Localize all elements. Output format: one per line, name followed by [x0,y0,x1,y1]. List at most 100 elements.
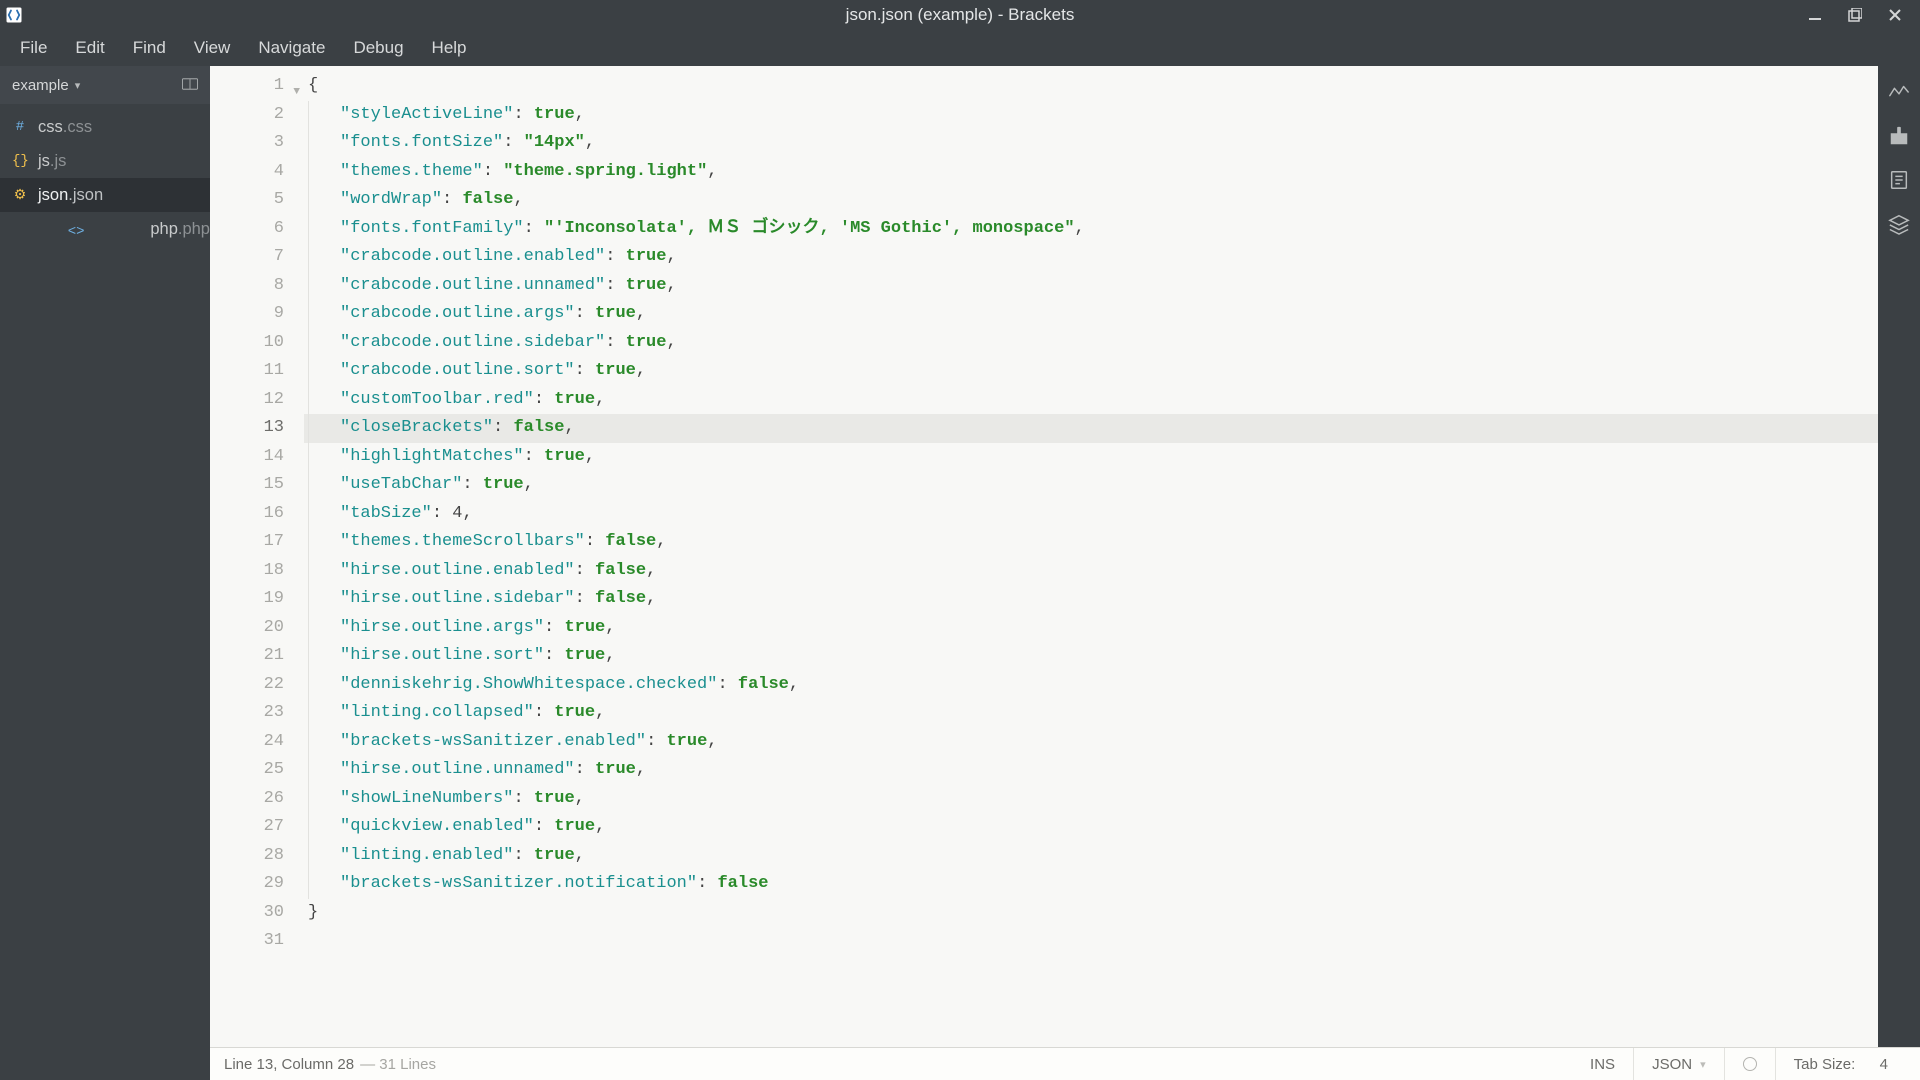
gear-icon: ⚙ [12,187,28,204]
menu-edit[interactable]: Edit [61,32,118,64]
code-line[interactable]: "denniskehrig.ShowWhitespace.checked": f… [304,671,1878,700]
gutter-line[interactable]: 29 [210,870,298,899]
gutter-line[interactable]: 27 [210,813,298,842]
gutter-line[interactable]: 1▼ [210,72,298,101]
file-item-json-json[interactable]: ⚙json.json [0,178,210,212]
app-logo-icon [3,4,25,26]
code-line[interactable]: "closeBrackets": false, [304,414,1878,443]
code-line[interactable]: "brackets-wsSanitizer.notification": fal… [304,870,1878,899]
code-line[interactable]: } [304,899,1878,928]
gutter-line[interactable]: 7 [210,243,298,272]
code-line[interactable]: "crabcode.outline.unnamed": true, [304,272,1878,301]
gutter-line[interactable]: 31 [210,927,298,956]
gutter-line[interactable]: 2 [210,101,298,130]
code-line[interactable]: "hirse.outline.enabled": false, [304,557,1878,586]
code-line[interactable]: "wordWrap": false, [304,186,1878,215]
statusbar: Line 13, Column 28 — 31 Lines INS JSON▾ … [210,1047,1920,1080]
code-line[interactable]: "hirse.outline.sidebar": false, [304,585,1878,614]
gutter-line[interactable]: 28 [210,842,298,871]
project-dropdown[interactable]: example ▾ [0,66,210,104]
code-line[interactable]: "fonts.fontFamily": "'Inconsolata', ＭＳ ゴ… [304,215,1878,244]
gutter-line[interactable]: 26 [210,785,298,814]
gutter-line[interactable]: 23 [210,699,298,728]
code-line[interactable]: "showLineNumbers": true, [304,785,1878,814]
code-line[interactable]: "hirse.outline.unnamed": true, [304,756,1878,785]
menu-find[interactable]: Find [119,32,180,64]
code-line[interactable]: "crabcode.outline.enabled": true, [304,243,1878,272]
gutter-line[interactable]: 17 [210,528,298,557]
code-line[interactable]: "hirse.outline.args": true, [304,614,1878,643]
gutter-line[interactable]: 10 [210,329,298,358]
gutter-line[interactable]: 19 [210,585,298,614]
menu-debug[interactable]: Debug [339,32,417,64]
gutter-line[interactable]: 11 [210,357,298,386]
code-line[interactable]: "tabSize": 4, [304,500,1878,529]
gutter-line[interactable]: 6 [210,215,298,244]
code-line[interactable]: "crabcode.outline.sidebar": true, [304,329,1878,358]
split-view-icon[interactable] [182,77,198,94]
menu-file[interactable]: File [6,32,61,64]
code-line[interactable]: "brackets-wsSanitizer.enabled": true, [304,728,1878,757]
gutter-line[interactable]: 21 [210,642,298,671]
code-line[interactable] [304,927,1878,956]
project-name: example [12,77,69,94]
gutter-line[interactable]: 18 [210,557,298,586]
code-line[interactable]: "themes.themeScrollbars": false, [304,528,1878,557]
code-line[interactable]: "hirse.outline.sort": true, [304,642,1878,671]
gutter-line[interactable]: 8 [210,272,298,301]
code-line[interactable]: "quickview.enabled": true, [304,813,1878,842]
hash-icon: # [12,119,28,135]
file-tree: # css.css {}js.js⚙json.json<>php.php [0,104,210,246]
gutter-line[interactable]: 20 [210,614,298,643]
code-line[interactable]: "themes.theme": "theme.spring.light", [304,158,1878,187]
gutter-line[interactable]: 3 [210,129,298,158]
insert-mode-toggle[interactable]: INS [1572,1048,1633,1080]
menu-help[interactable]: Help [418,32,481,64]
code-line[interactable]: "linting.enabled": true, [304,842,1878,871]
gutter-line[interactable]: 16 [210,500,298,529]
gutter-line[interactable]: 30 [210,899,298,928]
gutter-line[interactable]: 9 [210,300,298,329]
menu-view[interactable]: View [180,32,245,64]
code-line[interactable]: "highlightMatches": true, [304,443,1878,472]
gutter-line[interactable]: 14 [210,443,298,472]
gutter-line[interactable]: 4 [210,158,298,187]
code-line[interactable]: "fonts.fontSize": "14px", [304,129,1878,158]
circle-icon [1743,1057,1757,1071]
file-item-php-php[interactable]: <>php.php [0,212,210,246]
caret-down-icon: ▾ [1700,1058,1706,1071]
gutter-line[interactable]: 24 [210,728,298,757]
tab-size-selector[interactable]: Tab Size: 4 [1775,1048,1906,1080]
file-item-js-js[interactable]: {}js.js [0,144,210,178]
code-area[interactable]: {"styleActiveLine": true,"fonts.fontSize… [304,66,1878,1047]
window-maximize-button[interactable] [1846,6,1864,24]
code-line[interactable]: "linting.collapsed": true, [304,699,1878,728]
cursor-position[interactable]: Line 13, Column 28 [224,1056,354,1073]
code-line[interactable]: { [304,72,1878,101]
window-close-button[interactable] [1886,6,1904,24]
window-minimize-button[interactable] [1806,6,1824,24]
lint-status[interactable] [1724,1048,1775,1080]
code-line[interactable]: "customToolbar.red": true, [304,386,1878,415]
document-icon[interactable] [1887,168,1911,192]
code-line[interactable]: "crabcode.outline.args": true, [304,300,1878,329]
file-item-css-css[interactable]: # css.css [0,110,210,144]
right-toolbar [1878,66,1920,1047]
code-line[interactable]: "styleActiveLine": true, [304,101,1878,130]
layers-icon[interactable] [1887,212,1911,236]
file-name: css.css [38,118,92,137]
language-selector[interactable]: JSON▾ [1633,1048,1724,1080]
code-editor[interactable]: 1▼23456789101112131415161718192021222324… [210,66,1878,1047]
live-preview-icon[interactable] [1887,80,1911,104]
gutter-line[interactable]: 13 [210,414,298,443]
code-line[interactable]: "useTabChar": true, [304,471,1878,500]
menu-navigate[interactable]: Navigate [244,32,339,64]
gutter-line[interactable]: 22 [210,671,298,700]
extension-manager-icon[interactable] [1887,124,1911,148]
line-gutter[interactable]: 1▼23456789101112131415161718192021222324… [210,66,304,1047]
gutter-line[interactable]: 25 [210,756,298,785]
gutter-line[interactable]: 15 [210,471,298,500]
gutter-line[interactable]: 12 [210,386,298,415]
gutter-line[interactable]: 5 [210,186,298,215]
code-line[interactable]: "crabcode.outline.sort": true, [304,357,1878,386]
